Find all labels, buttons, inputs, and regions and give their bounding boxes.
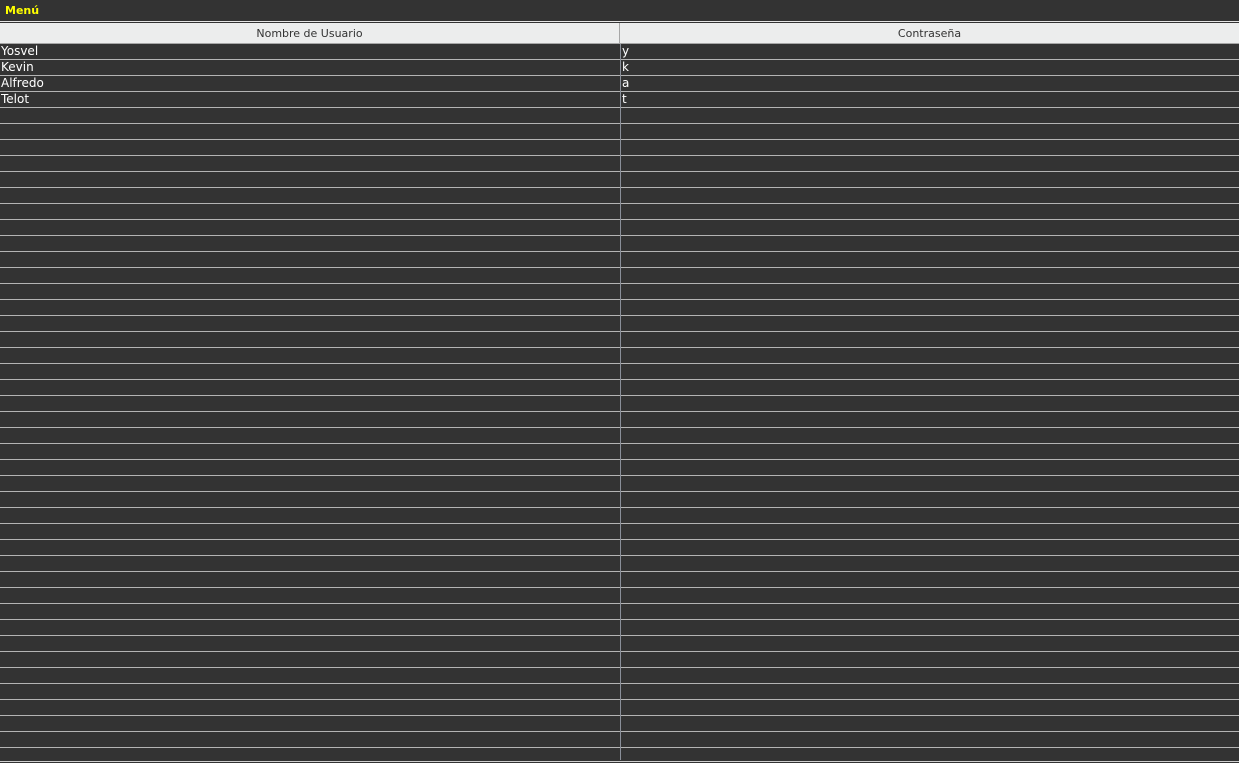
cell-password[interactable] bbox=[622, 476, 1237, 491]
menu-item-menu[interactable]: Menú bbox=[5, 4, 39, 17]
cell-username[interactable] bbox=[1, 460, 619, 475]
cell-password[interactable] bbox=[622, 412, 1237, 427]
cell-username[interactable] bbox=[1, 476, 619, 491]
cell-password[interactable] bbox=[622, 140, 1237, 155]
cell-password[interactable]: a bbox=[622, 76, 1237, 91]
cell-password[interactable] bbox=[622, 508, 1237, 523]
cell-username[interactable] bbox=[1, 428, 619, 443]
cell-username[interactable] bbox=[1, 396, 619, 411]
cell-password[interactable] bbox=[622, 428, 1237, 443]
cell-password[interactable] bbox=[622, 588, 1237, 603]
cell-password[interactable] bbox=[622, 348, 1237, 363]
cell-username[interactable] bbox=[1, 700, 619, 715]
cell-password[interactable] bbox=[622, 524, 1237, 539]
cell-password[interactable] bbox=[622, 220, 1237, 235]
cell-password[interactable] bbox=[622, 300, 1237, 315]
cell-username[interactable] bbox=[1, 556, 619, 571]
cell-password[interactable] bbox=[622, 236, 1237, 251]
cell-username[interactable] bbox=[1, 188, 619, 203]
cell-password[interactable]: y bbox=[622, 44, 1237, 59]
cell-password[interactable] bbox=[622, 668, 1237, 683]
cell-password[interactable] bbox=[622, 108, 1237, 123]
cell-username[interactable] bbox=[1, 220, 619, 235]
cell-username[interactable] bbox=[1, 300, 619, 315]
cell-username[interactable] bbox=[1, 252, 619, 267]
cell-password[interactable] bbox=[622, 284, 1237, 299]
cell-username[interactable] bbox=[1, 684, 619, 699]
cell-username[interactable] bbox=[1, 540, 619, 555]
cell-password[interactable] bbox=[622, 572, 1237, 587]
cell-password[interactable] bbox=[622, 684, 1237, 699]
cell-password[interactable] bbox=[622, 172, 1237, 187]
cell-password[interactable]: t bbox=[622, 92, 1237, 107]
cell-password[interactable] bbox=[622, 636, 1237, 651]
cell-username[interactable] bbox=[1, 668, 619, 683]
cell-password[interactable] bbox=[622, 156, 1237, 171]
cell-username[interactable] bbox=[1, 268, 619, 283]
cell-password[interactable] bbox=[622, 556, 1237, 571]
cell-username[interactable] bbox=[1, 732, 619, 747]
cell-username[interactable] bbox=[1, 348, 619, 363]
cell-password[interactable] bbox=[622, 316, 1237, 331]
cell-username[interactable] bbox=[1, 284, 619, 299]
cell-password[interactable] bbox=[622, 540, 1237, 555]
cell-password[interactable] bbox=[622, 460, 1237, 475]
cell-username[interactable] bbox=[1, 604, 619, 619]
cell-username[interactable] bbox=[1, 316, 619, 331]
cell-password[interactable] bbox=[622, 380, 1237, 395]
cell-password[interactable] bbox=[622, 604, 1237, 619]
cell-username[interactable] bbox=[1, 636, 619, 651]
cell-password[interactable] bbox=[622, 252, 1237, 267]
cell-username[interactable]: Yosvel bbox=[1, 44, 619, 59]
cell-username[interactable] bbox=[1, 652, 619, 667]
cell-password[interactable] bbox=[622, 492, 1237, 507]
cell-password[interactable] bbox=[622, 620, 1237, 635]
cell-username[interactable] bbox=[1, 380, 619, 395]
cell-username[interactable] bbox=[1, 588, 619, 603]
column-header-password[interactable]: Contraseña bbox=[620, 23, 1239, 43]
cell-password[interactable] bbox=[622, 188, 1237, 203]
cell-username[interactable]: Alfredo bbox=[1, 76, 619, 91]
cell-username[interactable] bbox=[1, 444, 619, 459]
cell-username[interactable] bbox=[1, 572, 619, 587]
cell-username[interactable] bbox=[1, 204, 619, 219]
cell-password[interactable] bbox=[622, 124, 1237, 139]
cell-password[interactable] bbox=[622, 396, 1237, 411]
menu-bar: Menú bbox=[0, 0, 1239, 22]
column-divider bbox=[620, 44, 621, 760]
cell-username[interactable] bbox=[1, 156, 619, 171]
cell-username[interactable] bbox=[1, 508, 619, 523]
cell-username[interactable]: Telot bbox=[1, 92, 619, 107]
cell-password[interactable]: k bbox=[622, 60, 1237, 75]
table-header: Nombre de Usuario Contraseña bbox=[0, 23, 1239, 44]
cell-username[interactable] bbox=[1, 364, 619, 379]
users-table: Nombre de Usuario Contraseña Yosvel y Kevi… bbox=[0, 23, 1239, 761]
cell-username[interactable] bbox=[1, 492, 619, 507]
window-bottom-edge bbox=[0, 761, 1239, 762]
cell-password[interactable] bbox=[622, 700, 1237, 715]
cell-username[interactable] bbox=[1, 172, 619, 187]
cell-username[interactable] bbox=[1, 332, 619, 347]
cell-username[interactable] bbox=[1, 412, 619, 427]
cell-username[interactable] bbox=[1, 716, 619, 731]
cell-password[interactable] bbox=[622, 268, 1237, 283]
app-window: Menú Nombre de Usuario Contraseña Yosvel… bbox=[0, 0, 1239, 763]
cell-password[interactable] bbox=[622, 204, 1237, 219]
cell-username[interactable] bbox=[1, 124, 619, 139]
cell-password[interactable] bbox=[622, 716, 1237, 731]
column-header-username[interactable]: Nombre de Usuario bbox=[0, 23, 620, 43]
cell-password[interactable] bbox=[622, 444, 1237, 459]
cell-username[interactable] bbox=[1, 140, 619, 155]
cell-username[interactable] bbox=[1, 236, 619, 251]
cell-username[interactable]: Kevin bbox=[1, 60, 619, 75]
cell-username[interactable] bbox=[1, 108, 619, 123]
cell-username[interactable] bbox=[1, 620, 619, 635]
cell-password[interactable] bbox=[622, 652, 1237, 667]
cell-username[interactable] bbox=[1, 524, 619, 539]
cell-password[interactable] bbox=[622, 732, 1237, 747]
cell-password[interactable] bbox=[622, 364, 1237, 379]
cell-password[interactable] bbox=[622, 332, 1237, 347]
